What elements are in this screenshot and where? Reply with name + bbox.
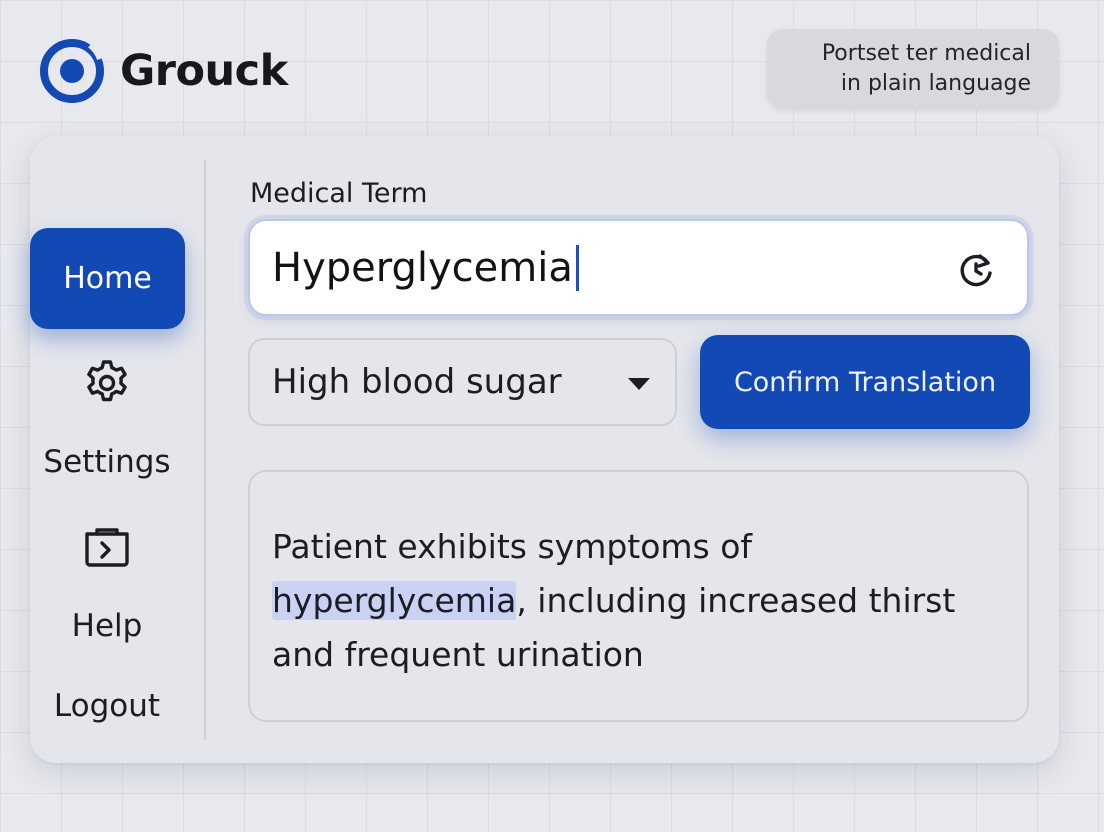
translation-selected-value: High blood sugar — [272, 362, 562, 402]
medical-term-input[interactable]: Hyperglycemia — [248, 219, 1029, 316]
sidebar-divider — [204, 160, 206, 740]
text-caret — [575, 244, 579, 291]
refresh-icon[interactable] — [957, 251, 995, 289]
patient-note-output: Patient exhibits symptoms of hyperglycem… — [248, 470, 1029, 722]
gear-icon[interactable] — [82, 358, 132, 408]
sidebar-item-help[interactable]: Help — [40, 608, 174, 644]
folder-arrow-icon[interactable] — [83, 522, 131, 570]
medical-term-label: Medical Term — [250, 178, 428, 209]
confirm-translation-button[interactable]: Confirm Translation — [700, 335, 1030, 429]
sidebar-item-home[interactable]: Home — [30, 228, 185, 329]
highlighted-term[interactable]: hyperglycemia — [272, 581, 517, 620]
sidebar-item-logout[interactable]: Logout — [40, 688, 174, 724]
brand: Grouck — [38, 37, 288, 105]
medical-term-value: Hyperglycemia — [272, 244, 573, 291]
app-name: Grouck — [120, 46, 288, 96]
triangle-down-icon — [628, 378, 650, 390]
tagline-line-1: Portset ter medical — [821, 41, 1031, 66]
tagline-line-2: in plain language — [840, 71, 1031, 96]
sidebar-item-settings[interactable]: Settings — [40, 444, 174, 480]
ring-logo-icon — [40, 39, 104, 103]
note-text-before: Patient exhibits symptoms of — [272, 527, 753, 566]
tagline-badge: Portset ter medical in plain language — [767, 29, 1059, 109]
translation-select[interactable]: High blood sugar — [248, 338, 677, 426]
